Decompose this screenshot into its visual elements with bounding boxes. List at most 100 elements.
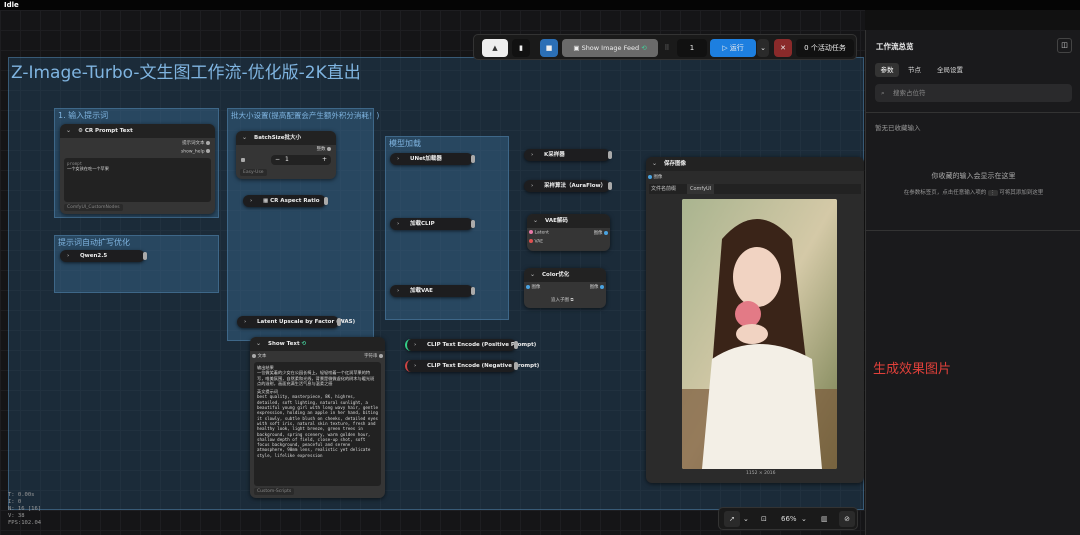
group-title-model-load: 模型加载 <box>389 139 421 148</box>
chevron-down-icon[interactable]: ⌄ <box>743 511 749 527</box>
node-unet-loader[interactable]: › UNet加载器 <box>390 153 475 165</box>
empty-title: 暂无已收藏输入 <box>875 124 921 132</box>
chevron-right-icon: › <box>250 198 253 204</box>
node-source-tag: Easy-Use <box>240 169 267 176</box>
chevron-right-icon: › <box>67 253 70 259</box>
prompt-text: 一个女孩在吃一个苹果 <box>67 166 109 172</box>
generated-image <box>682 199 837 469</box>
decrement-button[interactable]: − <box>275 155 280 165</box>
group-title-input-prompt: 1. 输入提示词 <box>58 111 109 120</box>
image-dimensions: 1152 × 2016 <box>746 471 776 476</box>
play-icon: ▷ <box>722 44 730 52</box>
canvas-controls: ➚ ⌄ ⊡ 66% ⌄ ▥ ⊘ <box>718 507 858 530</box>
node-title: CR Prompt Text <box>84 128 133 134</box>
image-icon: ▣ <box>573 44 582 52</box>
generated-result-annotation: 生成效果图片 <box>873 362 952 377</box>
group-prompt-expand[interactable]: 提示词自动扩写优化 <box>54 235 219 293</box>
minimap-button[interactable]: ▥ <box>821 511 828 527</box>
sidebar-icon: ◫ <box>1061 41 1068 49</box>
tab-global-settings[interactable]: 全局设置 <box>937 63 963 77</box>
show-text-output[interactable]: 输出结果 一位微笑着的少女在公园长椅上，轻轻咬着一个红润苹果的特写，唯美氛围，自… <box>254 362 381 486</box>
run-button[interactable]: ▷ 运行 <box>710 39 756 57</box>
batch-value: 1 <box>285 156 289 163</box>
window-titlebar: Idle <box>0 0 1080 10</box>
input-latent[interactable]: Latent <box>529 230 549 236</box>
link-visibility-button[interactable]: ⊘ <box>839 511 855 527</box>
filename-prefix-field[interactable]: 文件名前缀 ComfyUI <box>649 184 861 194</box>
lock-button[interactable]: ■ <box>540 39 558 57</box>
chevron-down-icon[interactable]: ⌄ <box>801 511 807 527</box>
batch-stepper[interactable]: − 1 + <box>271 155 331 165</box>
tab-nodes[interactable]: 节点 <box>908 63 921 77</box>
node-latent-upscale[interactable]: › Latent Upscale by Factor (WAS) <box>237 316 355 328</box>
node-batch-size[interactable]: ⌄ BatchSize批大小 整数 − 1 + Easy-Use <box>236 131 336 179</box>
increment-button[interactable]: + <box>322 155 327 165</box>
refresh-icon: ⟲ <box>641 44 647 52</box>
node-load-vae[interactable]: › 加载VAE <box>390 285 475 297</box>
output-image[interactable]: 图像 <box>590 284 604 290</box>
cancel-button[interactable]: ✕ <box>774 39 792 57</box>
node-vae-decode[interactable]: ⌄ VAE解码 Latent VAE 图像 <box>527 214 610 251</box>
node-load-clip[interactable]: › 加载CLIP <box>390 218 475 230</box>
node-qwen[interactable]: › Qwen2.5 <box>60 250 147 262</box>
bookmark-icon: ▮ <box>519 44 523 52</box>
group-title-prompt-expand: 提示词自动扩写优化 <box>58 238 130 247</box>
workflow-overview-panel: 工作流总览 ◫ 参数 节点 全局设置 ⌕ 搜索占位符 暂无已收藏输入 你收藏的输… <box>865 30 1080 535</box>
node-cr-prompt-text[interactable]: ⌄ ⚙ CR Prompt Text 提示词文本 show_help prompt… <box>60 124 215 214</box>
more-icon: ⋮ <box>988 190 998 196</box>
node-auraflow[interactable]: › 采样算法（AuraFlow） <box>524 180 612 192</box>
close-icon: ✕ <box>780 44 786 52</box>
empty-hint: 在参数标签页，点击任意输入项的 ⋮ 可将其添加到这里 <box>903 190 1044 196</box>
toggle-panel-button[interactable]: ◫ <box>1057 38 1072 53</box>
enter-subgraph-button[interactable]: 追入子图 ⧉ <box>551 297 574 303</box>
fit-view-button[interactable]: ⊡ <box>761 511 767 527</box>
input-image[interactable]: 图像 <box>526 284 540 290</box>
group-title-batch-size: 批大小设置(提高配置会产生额外积分消耗！) <box>231 111 380 120</box>
input-vae[interactable]: VAE <box>529 239 543 245</box>
output-int[interactable]: 整数 <box>317 146 331 152</box>
generated-image-preview <box>682 199 837 469</box>
divider <box>866 112 1080 113</box>
input-text[interactable]: 文本 <box>252 353 266 359</box>
input-image[interactable]: 图像 <box>648 174 662 180</box>
node-cr-aspect-ratio[interactable]: › ▦ CR Aspect Ratio <box>243 195 328 207</box>
show-image-feed-button[interactable]: ▣ Show Image Feed ⟲ <box>562 39 658 57</box>
prompt-textarea[interactable]: prompt 一个女孩在吃一个苹果 <box>64 158 211 202</box>
output-show-help[interactable]: show_help <box>181 149 210 155</box>
output-prompt-text[interactable]: 提示词文本 <box>182 140 210 146</box>
divider <box>866 230 1080 231</box>
search-input[interactable]: ⌕ 搜索占位符 <box>875 84 1072 102</box>
input-dot[interactable] <box>241 158 245 164</box>
bookmark-button[interactable]: ▮ <box>512 39 530 57</box>
search-icon: ⌕ <box>881 89 885 97</box>
node-color-optimize[interactable]: ⌄ Color优化 图像 图像 追入子图 ⧉ <box>524 268 606 308</box>
output-image[interactable]: 图像 <box>594 230 608 236</box>
drag-handle[interactable]: ⠿ <box>663 39 671 57</box>
chevron-down-icon: ⌄ <box>760 44 766 52</box>
tab-params[interactable]: 参数 <box>875 63 899 77</box>
render-stats: T: 0.00s I: 0 N: 16 [16] V: 38 FPS:102.0… <box>8 492 42 526</box>
gear-icon: ⚙ <box>78 128 85 134</box>
node-source-tag: Custom-Scripts <box>254 488 295 495</box>
run-options-button[interactable]: ⌄ <box>757 39 769 57</box>
active-tasks-button[interactable]: 0 个活动任务 <box>796 39 854 57</box>
empty-message: 你收藏的输入会显示在这里 <box>931 172 1016 180</box>
batch-count-input[interactable]: 1 <box>677 39 707 57</box>
output-string[interactable]: 字符串 <box>364 353 383 359</box>
top-toolbar: ▲ ▮ ■ ▣ Show Image Feed ⟲ ⠿ 1 ▷ 运行 ⌄ ✕ 0… <box>473 34 857 60</box>
chevron-down-icon[interactable]: ⌄ <box>242 131 247 145</box>
node-clip-positive[interactable]: › CLIP Text Encode (Positive Prompt) <box>405 339 536 351</box>
node-ksampler[interactable]: › K采样器 <box>524 149 612 161</box>
main-title: Z-Image-Turbo-文生图工作流-优化版-2K直出 <box>11 63 361 83</box>
lock-icon: ■ <box>545 44 553 52</box>
app-logo[interactable]: ▲ <box>482 39 508 57</box>
node-clip-negative[interactable]: › CLIP Text Encode (Negative Prompt) <box>405 360 539 372</box>
zoom-level[interactable]: 66% <box>781 511 797 527</box>
link-icon: ⟲ <box>301 341 307 347</box>
node-source-tag: ComfyUI_CustomNodes <box>64 204 123 211</box>
pointer-tool-button[interactable]: ➚ <box>724 511 740 527</box>
panel-title: 工作流总览 <box>876 42 914 51</box>
chevron-down-icon[interactable]: ⌄ <box>66 124 71 138</box>
status-label: Idle <box>4 1 19 9</box>
node-show-text[interactable]: ⌄ Show Text ⟲ 文本 字符串 输出结果 一位微笑着的少女在公园长椅上，… <box>250 337 385 498</box>
